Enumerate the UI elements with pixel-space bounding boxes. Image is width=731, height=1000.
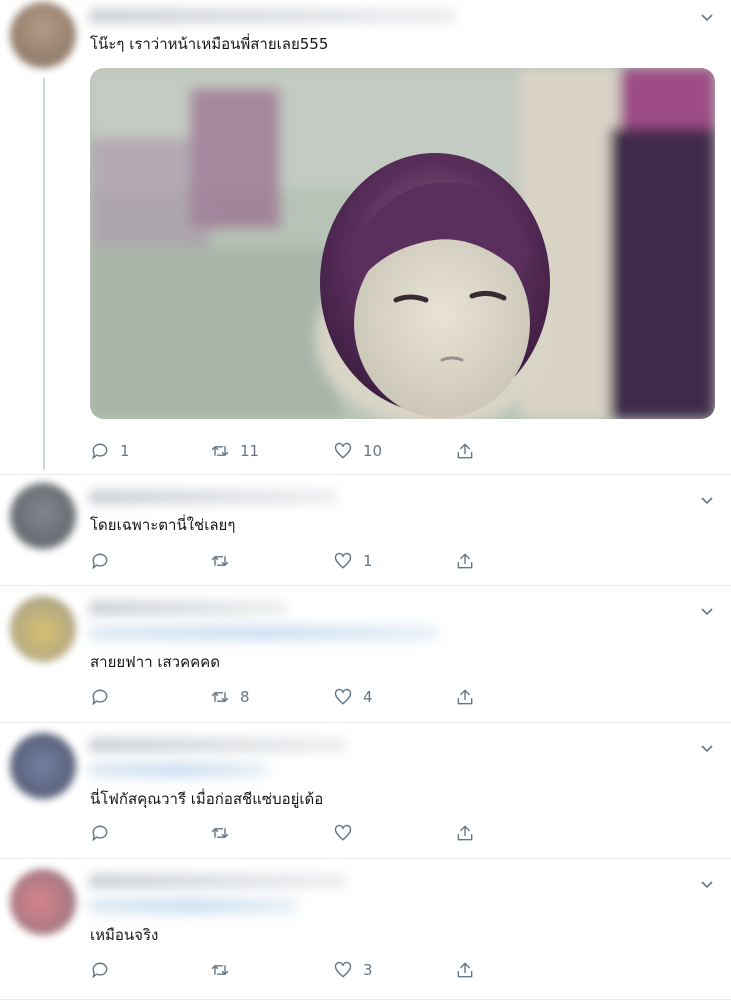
reply-count: 1 [120, 442, 130, 460]
share-icon [457, 443, 473, 459]
share-icon [457, 825, 473, 841]
tweet[interactable]: โดยเฉพาะตานี่ใช่เลยๆ 1 [0, 475, 731, 586]
like-button[interactable]: 1 [333, 549, 373, 573]
reply-icon [92, 553, 108, 570]
tweet[interactable]: โน๊ะๆ เราว่าหน้าเหมือนพี่สายเลย555 1 11 … [0, 0, 731, 475]
tweet[interactable]: นี่โฟกัสคุณวารี เมื่อก่อสชีแซ่บอยู่เด้อ [0, 723, 731, 859]
retweet-button[interactable]: 11 [210, 439, 259, 463]
like-button[interactable] [333, 821, 363, 845]
share-button[interactable] [455, 549, 475, 573]
retweet-icon [211, 446, 229, 456]
reply-button[interactable]: 1 [90, 439, 130, 463]
share-button[interactable] [455, 439, 475, 463]
reply-icon [92, 825, 108, 842]
like-icon [334, 961, 352, 978]
retweet-icon [211, 965, 229, 975]
avatar[interactable] [10, 733, 76, 799]
retweet-button[interactable] [210, 549, 240, 573]
retweet-button[interactable] [210, 958, 240, 982]
share-button[interactable] [455, 821, 475, 845]
child-photo-image [90, 68, 715, 419]
retweet-count: 8 [240, 688, 250, 706]
avatar[interactable] [10, 596, 76, 662]
author-name-blurred[interactable] [88, 873, 348, 889]
tweet-actions: 3 [90, 958, 490, 982]
retweet-button[interactable]: 8 [210, 685, 250, 709]
reply-button[interactable] [90, 685, 120, 709]
like-button[interactable]: 4 [333, 685, 373, 709]
reply-icon [92, 689, 108, 706]
retweet-icon [211, 828, 229, 838]
tweet-actions: 8 4 [90, 685, 490, 709]
tweet-actions [90, 821, 490, 845]
tweet-text: เหมือนจริง [90, 926, 159, 944]
tweet-text: นี่โฟกัสคุณวารี เมื่อก่อสชีแซ่บอยู่เด้อ [90, 790, 324, 808]
avatar[interactable] [10, 2, 76, 68]
chevron-down-icon[interactable] [699, 741, 715, 757]
share-button[interactable] [455, 958, 475, 982]
author-handle-blurred[interactable] [88, 763, 268, 777]
retweet-icon [211, 556, 229, 566]
reply-button[interactable] [90, 549, 120, 573]
tweet-text: โน๊ะๆ เราว่าหน้าเหมือนพี่สายเลย555 [90, 35, 329, 53]
share-icon [457, 962, 473, 978]
chevron-down-icon[interactable] [699, 10, 715, 26]
chevron-down-icon[interactable] [699, 604, 715, 620]
like-count: 3 [363, 961, 373, 979]
avatar[interactable] [10, 869, 76, 935]
author-name-blurred[interactable] [88, 600, 288, 616]
share-button[interactable] [455, 685, 475, 709]
tweet-text: โดยเฉพาะตานี่ใช่เลยๆ [90, 516, 236, 534]
author-name-blurred[interactable] [88, 8, 458, 24]
retweet-button[interactable] [210, 821, 240, 845]
like-count: 4 [363, 688, 373, 706]
like-button[interactable]: 10 [333, 439, 382, 463]
tweet[interactable]: เหมือนจริง 3 [0, 859, 731, 1000]
retweet-icon [211, 692, 229, 702]
like-icon [334, 552, 352, 569]
share-icon [457, 553, 473, 569]
reply-icon [92, 443, 108, 460]
tweet[interactable]: สายยฟาา เสวคคคด 8 4 [0, 586, 731, 723]
author-name-blurred[interactable] [88, 737, 348, 753]
reply-button[interactable] [90, 958, 120, 982]
author-name-blurred[interactable] [88, 489, 338, 505]
like-icon [334, 442, 352, 459]
tweet-text: สายยฟาา เสวคคคด [90, 653, 220, 671]
like-count: 1 [363, 552, 373, 570]
tweet-photo[interactable] [90, 68, 715, 419]
chevron-down-icon[interactable] [699, 493, 715, 509]
like-count: 10 [363, 442, 383, 460]
like-button[interactable]: 3 [333, 958, 373, 982]
share-icon [457, 689, 473, 705]
author-handle-blurred[interactable] [88, 626, 438, 640]
author-handle-blurred[interactable] [88, 899, 298, 913]
like-icon [334, 824, 352, 841]
chevron-down-icon[interactable] [699, 877, 715, 893]
tweet-actions: 1 [90, 549, 490, 573]
avatar[interactable] [10, 483, 76, 549]
reply-icon [92, 962, 108, 979]
reply-button[interactable] [90, 821, 120, 845]
tweet-actions: 1 11 10 [90, 439, 490, 463]
retweet-count: 11 [240, 442, 260, 460]
like-icon [334, 688, 352, 705]
